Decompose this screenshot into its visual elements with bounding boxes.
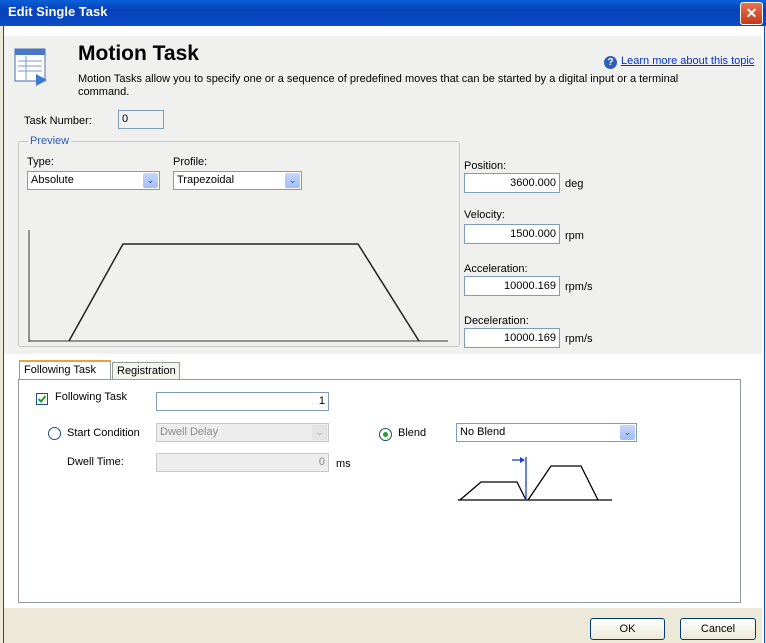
tab-panel — [18, 379, 741, 603]
window-title: Edit Single Task — [8, 4, 108, 19]
tab-following-task[interactable]: Following Task — [19, 360, 111, 380]
position-unit: deg — [565, 178, 584, 190]
page-description: Motion Tasks allow you to specify one or… — [78, 73, 679, 98]
deceleration-unit: rpm/s — [565, 333, 593, 345]
acceleration-field[interactable]: 10000.169 — [464, 276, 560, 296]
motion-task-icon — [14, 48, 47, 86]
velocity-field[interactable]: 1500.000 — [464, 224, 560, 244]
velocity-unit: rpm — [565, 230, 584, 242]
chevron-down-icon[interactable]: ⌄ — [285, 173, 300, 188]
blend-diagram — [456, 451, 614, 503]
velocity-label: Velocity: — [464, 209, 505, 221]
blend-radio[interactable] — [379, 428, 392, 441]
blend-select[interactable]: No Blend ⌄ — [456, 423, 637, 442]
dwell-time-field[interactable]: 0 — [156, 453, 329, 472]
chevron-down-icon[interactable]: ⌄ — [143, 173, 158, 188]
position-field[interactable]: 3600.000 — [464, 173, 560, 193]
task-number-field: 0 — [118, 110, 164, 129]
dwell-time-unit: ms — [336, 458, 351, 470]
start-condition-radio[interactable] — [48, 427, 61, 440]
acceleration-unit: rpm/s — [565, 281, 593, 293]
blend-select-value: No Blend — [460, 426, 506, 438]
acceleration-label: Acceleration: — [464, 263, 528, 275]
profile-preview-graphic — [28, 230, 448, 342]
deceleration-label: Deceleration: — [464, 315, 529, 327]
page-title: Motion Task — [78, 42, 199, 65]
preview-legend: Preview — [28, 135, 72, 147]
following-task-label: Following Task — [55, 391, 127, 403]
start-condition-select[interactable]: Dwell Delay ⌄ — [156, 423, 329, 442]
profile-label: Profile: — [173, 156, 208, 168]
help-link[interactable]: Learn more about this topic — [621, 55, 754, 67]
tab-registration[interactable]: Registration — [112, 362, 180, 380]
following-task-field[interactable]: 1 — [156, 392, 329, 411]
type-label: Type: — [27, 156, 54, 168]
deceleration-field[interactable]: 10000.169 — [464, 328, 560, 348]
ok-button[interactable]: OK — [590, 618, 665, 640]
type-select-value: Absolute — [31, 174, 74, 186]
type-select[interactable]: Absolute ⌄ — [27, 171, 160, 190]
title-bar: Edit Single Task ✕ — [0, 0, 766, 26]
chevron-down-icon: ⌄ — [312, 425, 327, 440]
task-number-label: Task Number: — [24, 115, 92, 127]
start-condition-value: Dwell Delay — [160, 426, 219, 438]
following-task-checkbox[interactable] — [36, 393, 48, 405]
profile-select[interactable]: Trapezoidal ⌄ — [173, 171, 302, 190]
radio-dot-icon — [383, 432, 388, 437]
close-button[interactable]: ✕ — [740, 2, 763, 25]
chevron-down-icon[interactable]: ⌄ — [620, 425, 635, 440]
start-condition-label: Start Condition — [67, 427, 140, 439]
checkmark-icon — [37, 395, 47, 403]
dwell-time-label: Dwell Time: — [67, 456, 124, 468]
cancel-button[interactable]: Cancel — [680, 618, 756, 640]
blend-label: Blend — [398, 427, 427, 439]
position-label: Position: — [464, 160, 507, 172]
help-icon[interactable]: ? — [604, 56, 617, 69]
profile-select-value: Trapezoidal — [177, 174, 235, 186]
